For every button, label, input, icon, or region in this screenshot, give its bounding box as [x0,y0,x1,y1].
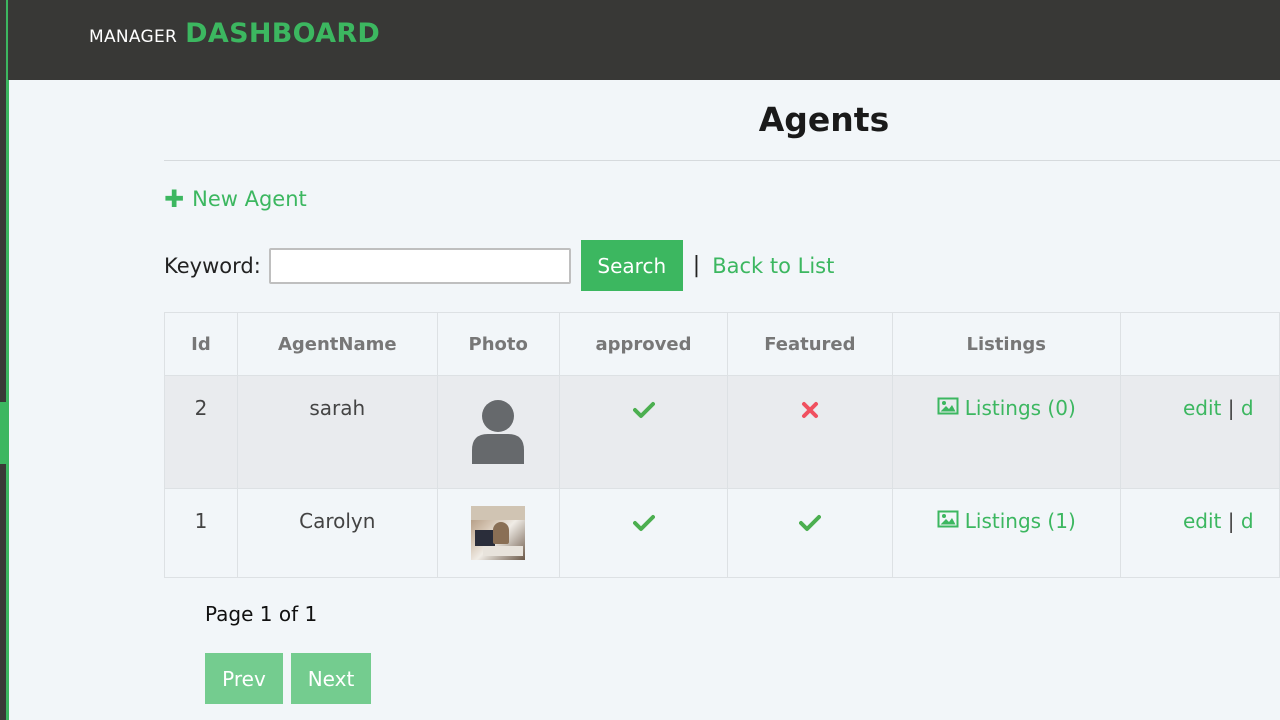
agent-id: 1 [194,509,208,533]
keyword-input[interactable] [268,247,571,284]
cell-approved [558,375,729,489]
left-rail-active-marker [0,402,9,464]
cell-actions: edit | d [1119,375,1280,489]
agents-table: Id AgentName Photo approved Featured Lis… [164,312,1280,578]
search-button[interactable]: Search [580,240,683,291]
cell-id: 1 [164,488,238,578]
action-separator: | [1227,396,1235,420]
delete-link[interactable]: d [1241,509,1254,533]
new-agent-label: New Agent [192,187,307,211]
agent-id: 2 [194,396,208,420]
cell-id: 2 [164,375,238,489]
cell-actions: edit | d [1119,488,1280,578]
column-header-approved[interactable]: approved [558,312,729,376]
default-avatar-icon [469,398,527,471]
column-header-photo: Photo [436,312,560,376]
brand[interactable]: MANAGER DASHBOARD [89,18,380,49]
cell-name: sarah [236,375,438,489]
cell-listings: Listings (0) [891,375,1121,489]
agent-name: sarah [309,396,366,420]
agent-photo [471,506,526,560]
next-button[interactable]: Next [291,653,371,704]
edit-link[interactable]: edit [1183,509,1221,533]
cell-approved [558,488,729,578]
delete-link[interactable]: d [1241,396,1254,420]
cell-name: Carolyn [236,488,438,578]
pagination: Prev Next [205,653,371,704]
top-header: MANAGER DASHBOARD [8,0,1280,80]
cell-photo [436,375,560,489]
left-rail-accent [6,0,9,720]
listings-label: Listings (1) [964,509,1076,533]
listings-link[interactable]: Listings (0) [937,396,1076,420]
image-icon [937,396,959,420]
listings-link[interactable]: Listings (1) [937,509,1076,533]
back-to-list-link[interactable]: Back to List [712,254,834,278]
column-header-agentname[interactable]: AgentName [236,312,438,376]
title-divider [164,160,1280,161]
plus-icon: ✚ [164,185,185,213]
prev-button[interactable]: Prev [205,653,283,704]
brand-dashboard: DASHBOARD [185,18,381,49]
cell-featured [727,488,893,578]
cross-icon [801,400,819,424]
cell-listings: Listings (1) [891,488,1121,578]
column-header-listings: Listings [891,312,1121,376]
agent-name: Carolyn [299,509,376,533]
search-form: Keyword: Search | Back to List [164,240,834,291]
page-title: Agents [758,100,890,139]
brand-manager: MANAGER [89,27,178,47]
page-info: Page 1 of 1 [205,602,318,626]
column-header-featured[interactable]: Featured [727,312,893,376]
action-separator: | [1227,509,1235,533]
image-icon [937,509,959,533]
cell-photo [436,488,560,578]
keyword-label: Keyword: [164,253,261,278]
check-icon [632,513,655,537]
column-header-id[interactable]: Id [164,312,238,376]
column-header-actions [1119,312,1280,376]
cell-featured [727,375,893,489]
listings-label: Listings (0) [964,396,1076,420]
new-agent-link[interactable]: ✚ New Agent [164,187,307,211]
check-icon [632,400,655,424]
edit-link[interactable]: edit [1183,396,1221,420]
separator: | [692,253,701,278]
row-actions: edit | d [1121,489,1279,533]
row-actions: edit | d [1121,376,1279,420]
table-header-row: Id AgentName Photo approved Featured Lis… [164,312,1280,376]
table-row: 1 Carolyn Listings (1) edit | d [164,488,1280,578]
table-row: 2 sarah Listings (0) edit | d [164,375,1280,489]
check-icon [798,513,821,537]
